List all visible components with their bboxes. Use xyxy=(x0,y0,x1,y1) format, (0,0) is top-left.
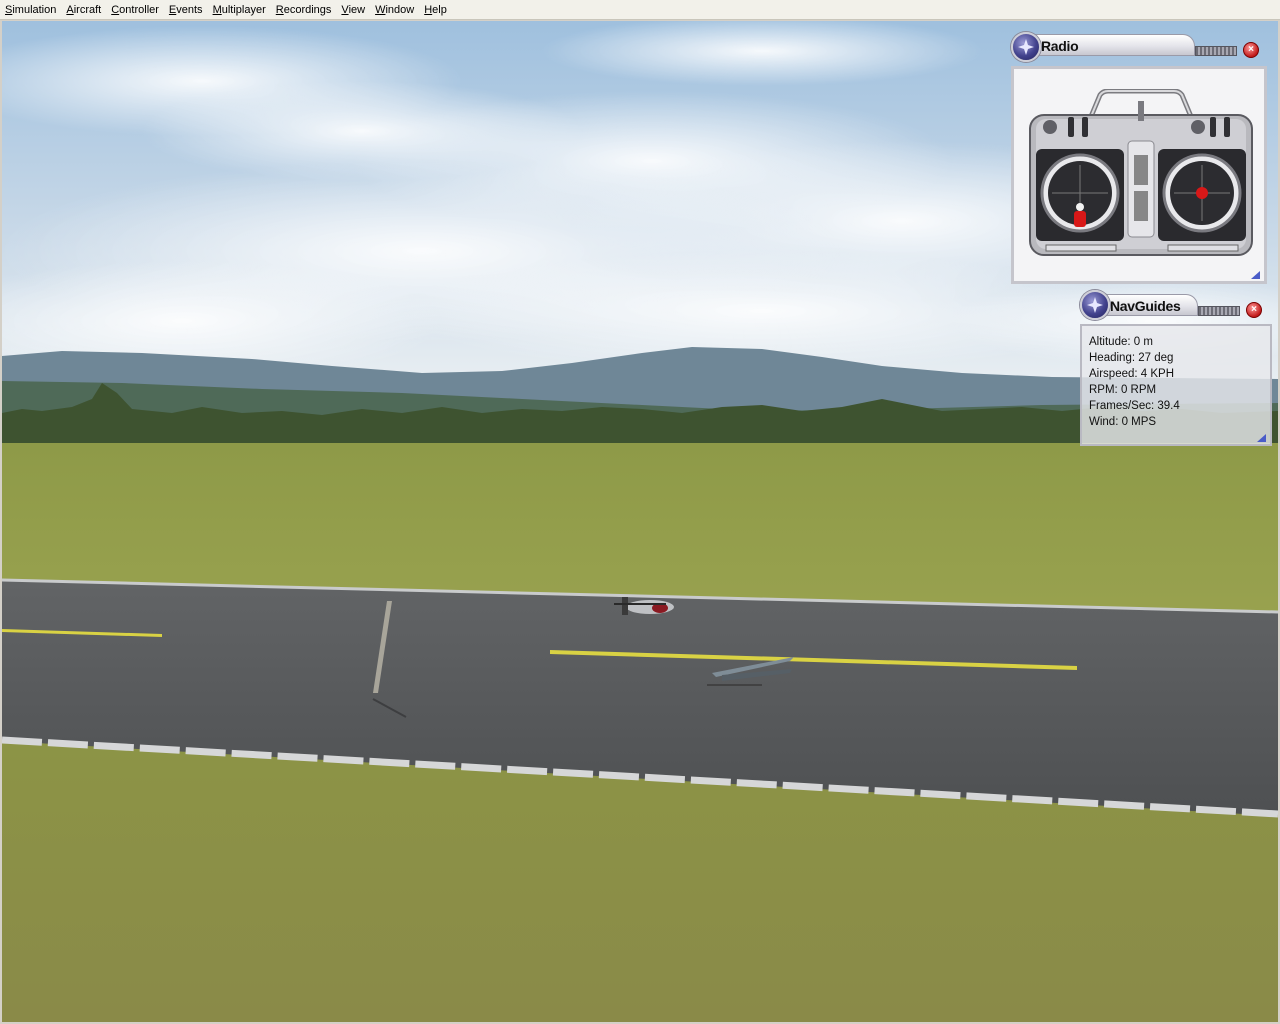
fps-readout: Frames/Sec: 39.4 xyxy=(1089,400,1180,412)
navguides-title-tab[interactable]: NavGuides xyxy=(1102,294,1198,316)
navguides-window: NavGuides × Altitude: 0 m Heading: 27 de… xyxy=(1080,288,1272,448)
radio-title-tab[interactable]: Radio xyxy=(1033,34,1195,56)
menu-simulation[interactable]: Simulation xyxy=(0,4,61,16)
wind-readout: Wind: 0 MPS xyxy=(1089,416,1157,428)
altitude-readout: Altitude: 0 m xyxy=(1089,336,1153,348)
close-icon[interactable]: × xyxy=(1243,42,1259,58)
radio-title: Radio xyxy=(1041,38,1079,54)
menu-view[interactable]: View xyxy=(336,4,370,16)
heading-readout: Heading: 27 deg xyxy=(1089,352,1174,364)
radio-panel xyxy=(1011,66,1267,284)
resize-grip-icon[interactable] xyxy=(1257,434,1266,442)
airspeed-readout: Airspeed: 4 KPH xyxy=(1089,368,1175,380)
logo-badge-icon xyxy=(1080,290,1110,320)
menu-events[interactable]: Events xyxy=(164,4,208,16)
navguides-title-strip[interactable] xyxy=(1198,306,1240,316)
menu-bar: Simulation Aircraft Controller Events Mu… xyxy=(0,0,1280,20)
navguides-panel: Altitude: 0 m Heading: 27 deg Airspeed: … xyxy=(1080,324,1272,446)
resize-grip-icon[interactable] xyxy=(1251,271,1260,279)
menu-controller[interactable]: Controller xyxy=(106,4,164,16)
menu-help[interactable]: Help xyxy=(419,4,452,16)
navguides-title: NavGuides xyxy=(1110,298,1181,314)
menu-window[interactable]: Window xyxy=(370,4,419,16)
transmitter-graphic xyxy=(1029,89,1253,256)
readout-list: Altitude: 0 m Heading: 27 deg Airspeed: … xyxy=(1089,334,1180,430)
close-icon[interactable]: × xyxy=(1246,302,1262,318)
logo-badge-icon xyxy=(1011,32,1041,62)
menu-recordings[interactable]: Recordings xyxy=(271,4,337,16)
menu-multiplayer[interactable]: Multiplayer xyxy=(208,4,271,16)
radio-title-strip[interactable] xyxy=(1195,46,1237,56)
rpm-readout: RPM: 0 RPM xyxy=(1089,384,1157,396)
menu-aircraft[interactable]: Aircraft xyxy=(61,4,106,16)
radio-window: Radio × xyxy=(1009,28,1271,286)
